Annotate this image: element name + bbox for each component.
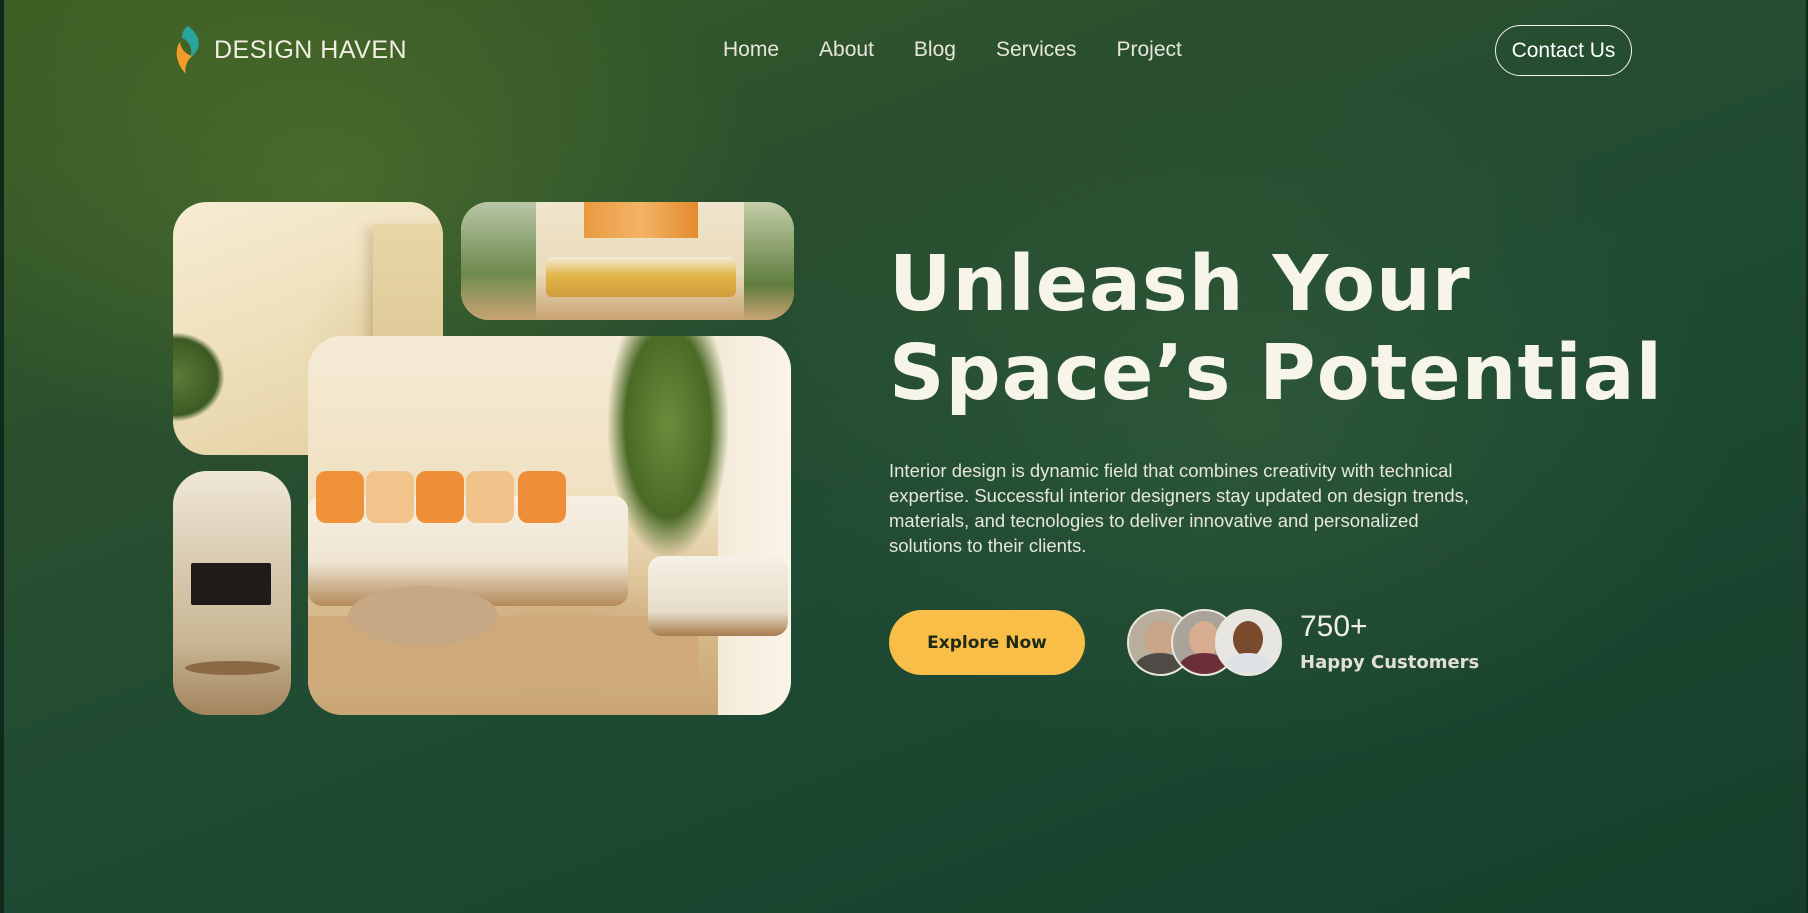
hero-description: Interior design is dynamic field that co…: [889, 460, 1469, 556]
hero-headline: Unleash Your Space’s Potential: [889, 240, 1663, 418]
main-nav: Home About Blog Services Project: [723, 38, 1182, 62]
contact-us-button[interactable]: Contact Us: [1495, 25, 1632, 76]
brand-logo[interactable]: DESIGN HAVEN: [172, 24, 407, 76]
headline-line-1: Unleash Your: [889, 240, 1471, 329]
nav-blog[interactable]: Blog: [914, 38, 956, 62]
nav-services[interactable]: Services: [996, 38, 1077, 62]
tv-room-photo: [173, 471, 291, 715]
living-room-sofa-photo: [308, 336, 791, 715]
brand-name: DESIGN HAVEN: [214, 35, 408, 64]
nav-about[interactable]: About: [819, 38, 874, 62]
bedroom-photo: [461, 202, 794, 320]
headline-line-2: Space’s Potential: [889, 329, 1664, 418]
left-edge: [0, 0, 4, 913]
customer-count: 750+: [1300, 610, 1368, 643]
nav-home[interactable]: Home: [723, 38, 779, 62]
leaf-flame-icon: [172, 24, 202, 76]
customer-avatars: [1127, 609, 1282, 676]
avatar: [1215, 609, 1282, 676]
nav-project[interactable]: Project: [1116, 38, 1181, 62]
customer-count-label: Happy Customers: [1300, 652, 1480, 673]
explore-now-button[interactable]: Explore Now: [889, 610, 1085, 675]
